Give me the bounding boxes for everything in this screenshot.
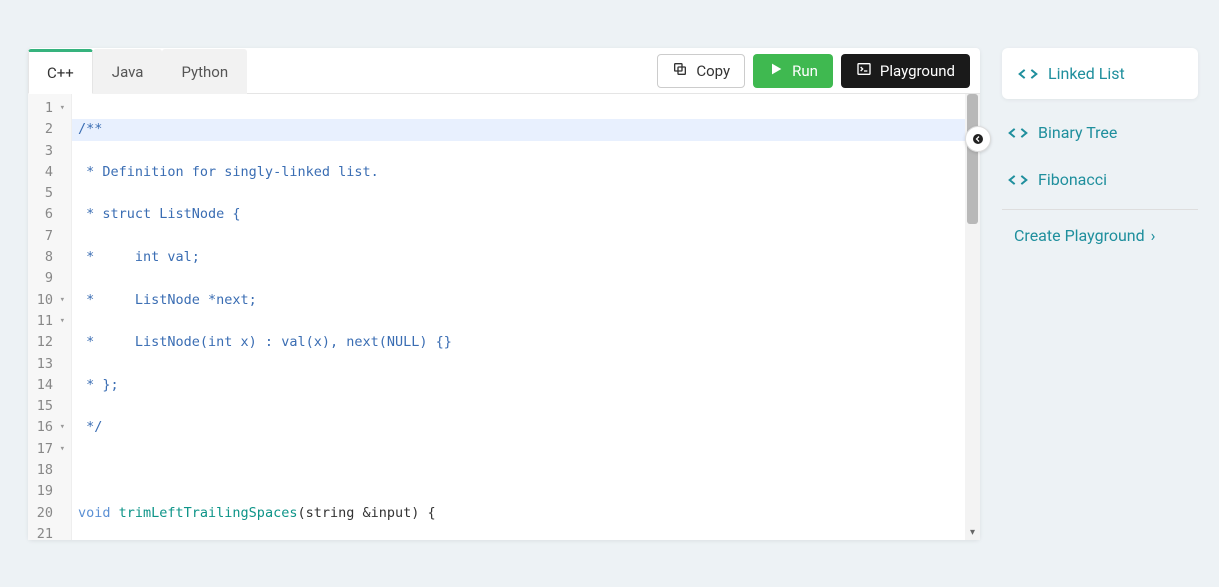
code-editor[interactable]: 1▾ 2 3 4 5 6 7 8 9 10▾ 11▾ 12 13 14 15 1… (28, 94, 980, 540)
chevron-right-icon: › (1151, 226, 1156, 245)
sidebar: Linked List Binary Tree Fibonacci Create… (1002, 48, 1198, 255)
code-icon (1008, 173, 1028, 187)
copy-icon (672, 61, 688, 81)
sidebar-item-fibonacci[interactable]: Fibonacci (1002, 156, 1198, 203)
sidebar-item-label: Fibonacci (1038, 170, 1107, 189)
scroll-down-icon[interactable]: ▾ (965, 524, 980, 540)
create-playground-link[interactable]: Create Playground › (1002, 209, 1198, 255)
vertical-scrollbar[interactable]: ▾ (965, 94, 980, 540)
collapse-panel-button[interactable] (965, 126, 991, 152)
line-number-gutter: 1▾ 2 3 4 5 6 7 8 9 10▾ 11▾ 12 13 14 15 1… (28, 94, 72, 540)
playground-button[interactable]: Playground (841, 54, 970, 88)
play-icon (768, 61, 784, 81)
tab-java[interactable]: Java (93, 49, 163, 94)
tab-cpp[interactable]: C++ (28, 49, 93, 94)
editor-toolbar: C++ Java Python Copy Run (28, 48, 980, 94)
tab-python[interactable]: Python (162, 49, 247, 94)
code-icon (1018, 67, 1038, 81)
sidebar-list: Binary Tree Fibonacci Create Playground … (1002, 109, 1198, 255)
run-label: Run (792, 62, 818, 80)
copy-label: Copy (696, 62, 730, 80)
sidebar-item-label: Binary Tree (1038, 123, 1117, 142)
language-tabs: C++ Java Python (28, 49, 247, 94)
scroll-thumb[interactable] (967, 94, 978, 224)
run-button[interactable]: Run (753, 54, 833, 88)
sidebar-item-label: Linked List (1048, 64, 1125, 83)
terminal-icon (856, 61, 872, 81)
create-playground-label: Create Playground (1014, 226, 1145, 245)
sidebar-item-linked-list[interactable]: Linked List (1002, 52, 1198, 95)
copy-button[interactable]: Copy (657, 54, 745, 88)
code-content[interactable]: /** * Definition for singly-linked list.… (72, 94, 980, 540)
chevron-left-icon (972, 130, 984, 149)
sidebar-card-active: Linked List (1002, 48, 1198, 99)
playground-label: Playground (880, 62, 955, 80)
code-icon (1008, 126, 1028, 140)
editor-panel: C++ Java Python Copy Run (28, 48, 980, 540)
sidebar-item-binary-tree[interactable]: Binary Tree (1002, 109, 1198, 156)
